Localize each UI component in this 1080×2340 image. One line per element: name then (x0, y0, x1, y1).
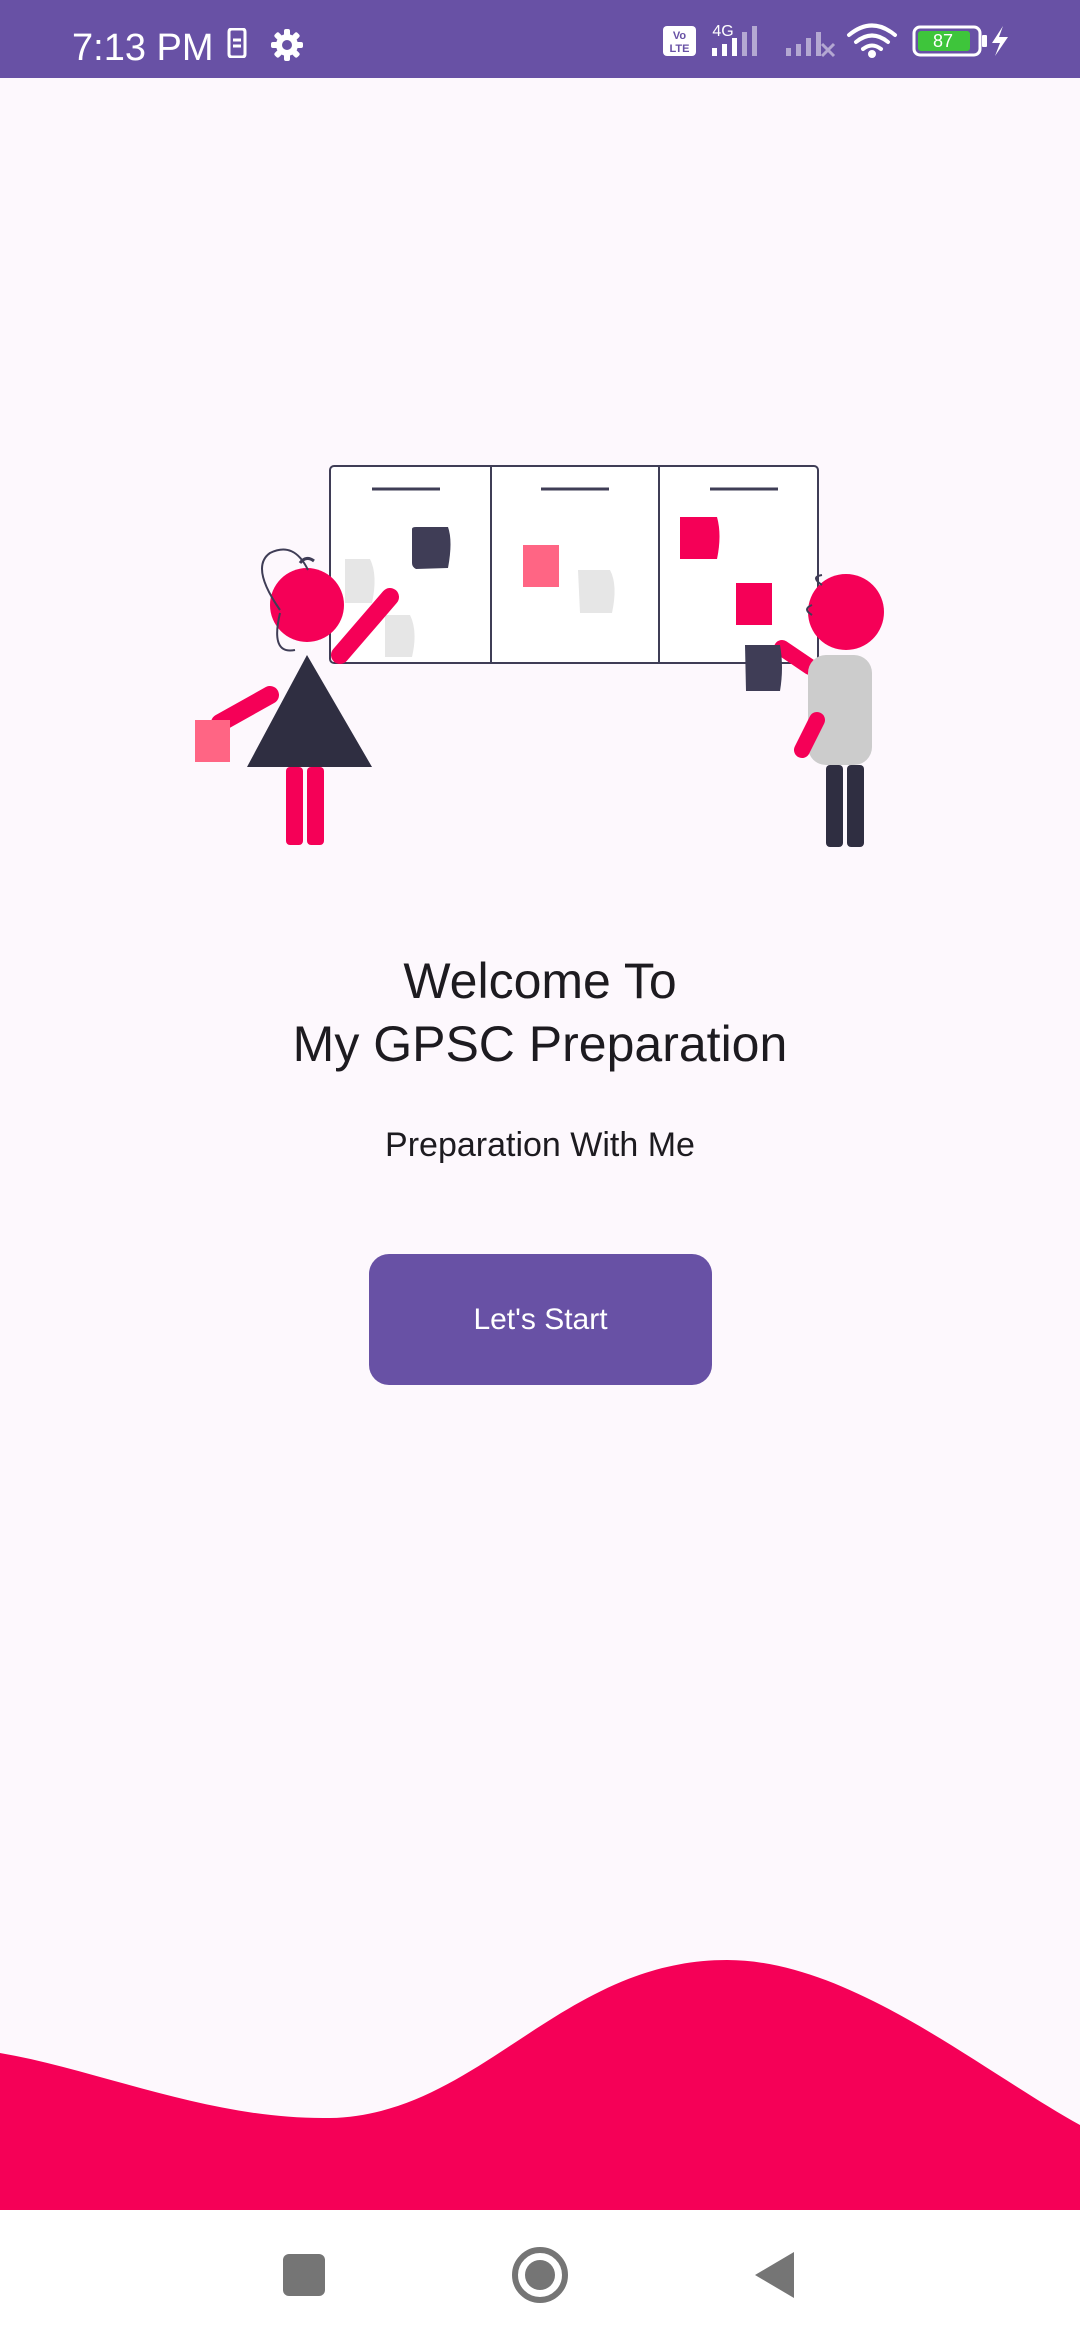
signal-no-service-icon (786, 32, 836, 58)
welcome-line-1: Welcome To (403, 953, 677, 1009)
app-title: My GPSC Preparation (292, 1016, 788, 1072)
welcome-heading: Welcome To My GPSC Preparation (0, 950, 1080, 1076)
back-triangle-icon[interactable] (740, 2240, 810, 2310)
status-bar: 7:13 PM Vo LTE 4G 87 (0, 0, 1080, 78)
charging-bolt-icon (992, 26, 1008, 56)
wifi-icon (847, 23, 897, 58)
decorative-wave (0, 1960, 1080, 2210)
recents-square-icon[interactable] (269, 2240, 339, 2310)
home-circle-icon[interactable] (505, 2240, 575, 2310)
kanban-board (329, 465, 819, 664)
tagline: Preparation With Me (385, 1126, 695, 1164)
network-type-label: 4G (712, 23, 733, 40)
lets-start-button[interactable]: Let's Start (369, 1254, 712, 1385)
battery-icon: 87 (912, 25, 987, 57)
kanban-board-illustration (195, 465, 884, 847)
svg-text:Vo: Vo (673, 30, 687, 42)
svg-text:LTE: LTE (670, 43, 690, 55)
system-navigation-bar (0, 2210, 1080, 2340)
volte-icon: Vo LTE (663, 26, 696, 56)
battery-level: 87 (933, 31, 953, 51)
